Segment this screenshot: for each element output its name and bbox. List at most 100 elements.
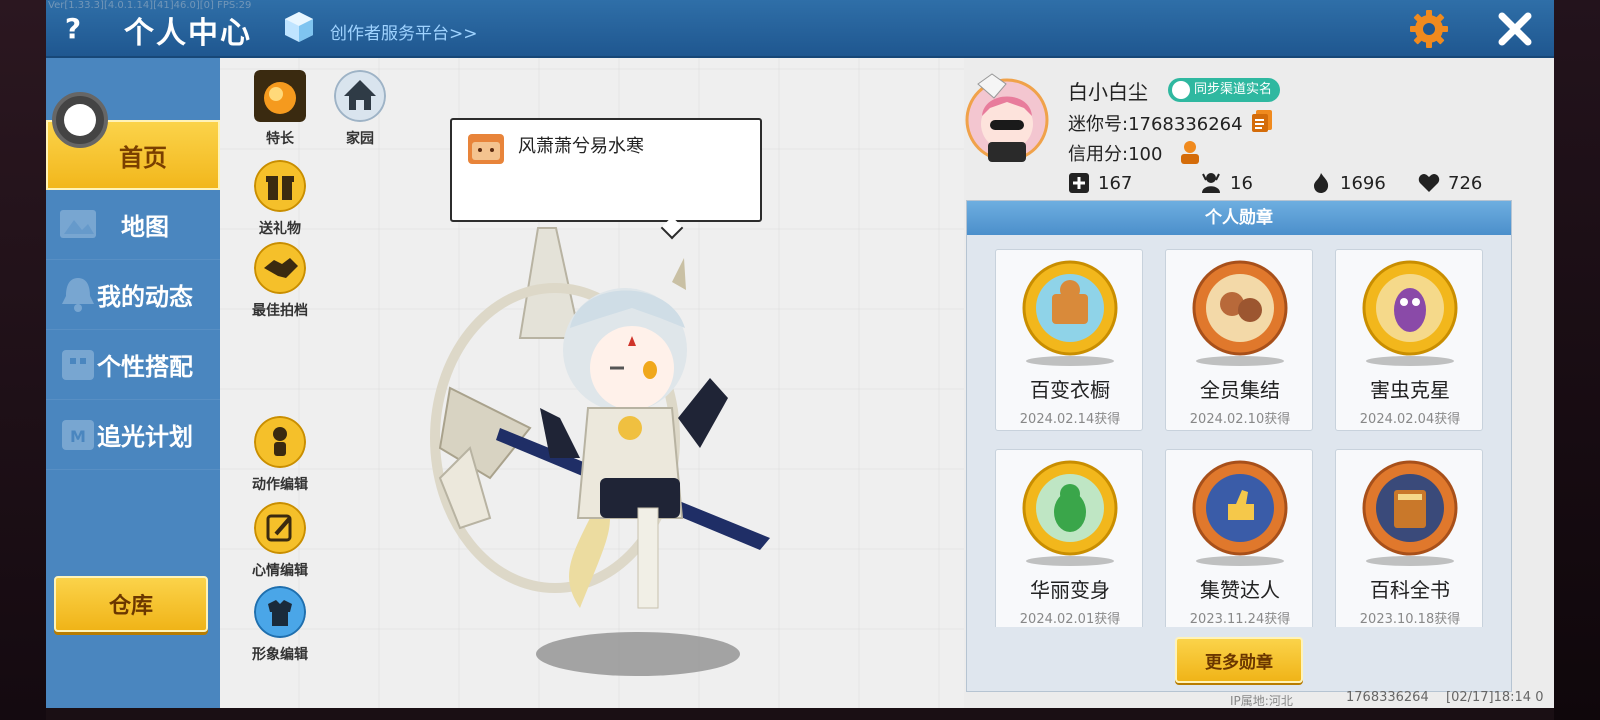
help-button[interactable]: ? [56, 10, 90, 48]
profile-window: Ver[1.33.3][4.0.1.14][41]46.0][0] FPS:29… [46, 0, 1554, 708]
handshake-icon [254, 242, 306, 294]
specialty-label: 特长 [266, 131, 294, 147]
person-card-icon[interactable] [1176, 138, 1204, 166]
badge-card[interactable]: 百科全书 2023.10.18获得 [1335, 449, 1483, 627]
warehouse-button[interactable]: 仓库 [54, 576, 208, 632]
toggle-knob[interactable] [52, 92, 108, 148]
sidebar-item-label: 个性搭配 [97, 353, 193, 381]
fireball-icon [254, 70, 306, 122]
gift-button[interactable]: 送礼物 [244, 160, 316, 238]
credit-score: 信用分:100 [1068, 144, 1163, 165]
flame-icon [1314, 173, 1329, 193]
figure-icon [254, 416, 306, 468]
more-badges-button[interactable]: 更多勋章 [1175, 637, 1303, 683]
badge-date: 2024.02.14获得 [1019, 412, 1121, 427]
book-medal-icon [1362, 460, 1458, 556]
sidebar-item-map[interactable]: 地图 [46, 190, 220, 260]
sidebar-item-activity[interactable]: 我的动态 [46, 260, 220, 330]
stat-fans: 16 [1200, 172, 1253, 194]
outfit-icon [62, 350, 94, 380]
player-avatar[interactable] [410, 218, 850, 638]
transform-medal-icon [1022, 460, 1118, 556]
partner-button[interactable]: 最佳拍档 [244, 242, 316, 320]
stat-popularity: 1696 [1310, 172, 1386, 194]
badge-name: 集赞达人 [1200, 578, 1280, 602]
medal-shadow [1026, 556, 1114, 566]
badge-name: 百科全书 [1370, 578, 1450, 602]
ip-location: IP属地:河北 [1230, 694, 1293, 708]
heart-icon [1418, 174, 1440, 192]
avatar-shadow [536, 632, 740, 676]
footer-timestamp: [02/17]18:14 0 [1446, 690, 1544, 705]
badge-grid: 百变衣橱 2024.02.14获得 全员集结 2024.02.10获得 害虫克星… [967, 235, 1511, 627]
stat-likes-value: 726 [1448, 172, 1483, 194]
svg-text:M: M [70, 427, 86, 446]
badge-name: 百变衣橱 [1030, 378, 1110, 402]
stat-fans-value: 16 [1230, 172, 1253, 194]
badge-date: 2024.02.10获得 [1189, 412, 1291, 427]
assemble-medal-icon [1192, 260, 1288, 356]
badge-card[interactable]: 害虫克星 2024.02.04获得 [1335, 249, 1483, 431]
medal-shadow [1196, 556, 1284, 566]
stat-friends-value: 167 [1098, 172, 1133, 194]
sidebar-item-outfit[interactable]: 个性搭配 [46, 330, 220, 400]
mood-edit-button[interactable]: 心情编辑 [244, 502, 316, 580]
badge-date: 2023.10.18获得 [1359, 612, 1461, 627]
background-right [1554, 0, 1600, 720]
stat-friends: 167 [1068, 172, 1132, 194]
map-icon [60, 210, 96, 238]
user-check-icon [1172, 81, 1190, 99]
medal-shadow [1196, 356, 1284, 366]
sidebar: 首页 地图 我的动态 个性搭配 M 追光计划 仓库 [46, 58, 220, 708]
pest-medal-icon [1362, 260, 1458, 356]
gear-icon[interactable] [1408, 8, 1450, 50]
close-icon [1498, 12, 1532, 46]
realname-badge: 同步渠道实名 [1168, 78, 1281, 102]
partner-label: 最佳拍档 [252, 303, 308, 319]
badge-card[interactable]: 华丽变身 2024.02.01获得 [995, 449, 1143, 627]
badge-panel-title: 个人勋章 [967, 201, 1511, 235]
badge-card[interactable]: 百变衣橱 2024.02.14获得 [995, 249, 1143, 431]
footer-id: 1768336264 [1346, 690, 1429, 705]
mood-edit-label: 心情编辑 [252, 563, 308, 579]
cube-icon[interactable] [282, 10, 316, 44]
sidebar-item-label: 首页 [119, 143, 167, 172]
badge-card[interactable]: 集赞达人 2023.11.24获得 [1165, 449, 1313, 627]
sidebar-item-label: 追光计划 [97, 423, 193, 451]
gift-label: 送礼物 [259, 221, 301, 237]
badge-date: 2023.11.24获得 [1189, 612, 1291, 627]
creator-platform-link[interactable]: 创作者服务平台>> [330, 19, 478, 44]
mini-id: 迷你号:1768336264 [1068, 114, 1243, 135]
house-icon [334, 70, 386, 122]
sidebar-item-spotlight[interactable]: M 追光计划 [46, 400, 220, 470]
chat-face-icon [468, 134, 504, 164]
speech-bubble: 风萧萧兮易水寒 [450, 118, 762, 222]
badge-date: 2024.02.01获得 [1019, 612, 1121, 627]
specialty-button[interactable]: 特长 [244, 70, 316, 148]
copy-icon[interactable] [1250, 108, 1276, 134]
realname-badge-label: 同步渠道实名 [1194, 82, 1273, 97]
stat-popularity-value: 1696 [1340, 172, 1386, 194]
badge-name: 华丽变身 [1030, 578, 1110, 602]
stat-likes: 726 [1418, 172, 1482, 194]
medal-shadow [1366, 356, 1454, 366]
look-edit-button[interactable]: 形象编辑 [244, 586, 316, 664]
page-title: 个人中心 [124, 16, 252, 51]
medal-shadow [1366, 556, 1454, 566]
badge-card[interactable]: 全员集结 2024.02.10获得 [1165, 249, 1313, 431]
badge-name: 害虫克星 [1370, 378, 1450, 402]
badge-panel: 个人勋章 百变衣橱 2024.02.14获得 全员集结 2024.02.10获得… [966, 200, 1512, 692]
profile-avatar[interactable] [964, 70, 1050, 170]
sidebar-item-label: 地图 [121, 213, 169, 241]
character-stage: 特长 家园 送礼物 最佳拍档 动作编辑 心情编辑 形象编辑 风萧萧兮易水寒 [220, 58, 964, 708]
close-button[interactable] [1494, 8, 1536, 50]
edit-icon [254, 502, 306, 554]
wardrobe-medal-icon [1022, 260, 1118, 356]
home-label: 家园 [346, 131, 374, 147]
home-button[interactable]: 家园 [324, 70, 396, 148]
bell-icon [62, 278, 94, 312]
badge-date: 2024.02.04获得 [1359, 412, 1461, 427]
medal-shadow [1026, 356, 1114, 366]
motion-edit-button[interactable]: 动作编辑 [244, 416, 316, 494]
header-bar: Ver[1.33.3][4.0.1.14][41]46.0][0] FPS:29… [46, 0, 1554, 58]
